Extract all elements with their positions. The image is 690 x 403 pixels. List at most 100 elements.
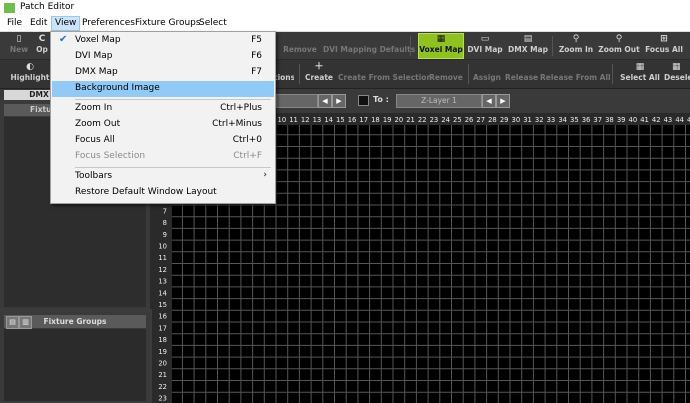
grid-row-label: 12 [158, 266, 167, 274]
grid-column-label: 44 [675, 116, 684, 124]
grid-column-label: 22 [418, 116, 427, 124]
grid-row-label: 19 [158, 348, 167, 356]
grid-row-label: 23 [158, 395, 167, 403]
grid-row-label: 11 [158, 254, 167, 262]
fixture-groups-list[interactable] [4, 329, 146, 401]
grid-row-label: 22 [158, 383, 167, 391]
grid-column-label: 27 [476, 116, 485, 124]
menu-separator [75, 99, 271, 100]
app-icon [4, 3, 15, 13]
view-menu-dropdown: ✔ Voxel Map F5 DVI Map F6 DMX Map F7 Bac… [50, 31, 276, 204]
grid-row-label: 21 [158, 371, 167, 379]
toolbar-separator [612, 64, 613, 84]
focus-all-button[interactable]: ⊞ Focus All [644, 34, 684, 58]
grid-row-label: 16 [158, 313, 167, 321]
grid-column-label: 11 [289, 116, 298, 124]
highlight-icon: ◐ [26, 62, 34, 72]
grid-row-label: 8 [163, 219, 167, 227]
grid-column-label: 16 [348, 116, 357, 124]
grid-column-label: 20 [395, 116, 404, 124]
menu-item-restore-default-layout[interactable]: Restore Default Window Layout [52, 185, 274, 201]
grid-column-label: 23 [430, 116, 439, 124]
create-icon: ＋ [314, 62, 324, 72]
menu-item-focus-selection: Focus Selection Ctrl+F [75, 151, 262, 161]
menu-item-focus-all[interactable]: Focus All Ctrl+0 [52, 133, 274, 149]
options-button[interactable]: tions [274, 62, 294, 86]
dmx-map-button[interactable]: ▤ DMX Map [508, 34, 548, 58]
grid-row-label: 20 [158, 359, 167, 367]
grid-column-label: 36 [582, 116, 591, 124]
select-all-button[interactable]: ▦ Select All [620, 62, 660, 86]
menu-item-zoom-in[interactable]: Zoom In Ctrl+Plus [52, 101, 274, 117]
voxel-map-button[interactable]: ▦ Voxel Map [418, 33, 464, 59]
menu-item-voxel-map[interactable]: ✔ Voxel Map F5 [52, 33, 274, 49]
zoom-in-button[interactable]: ⚲ Zoom In [558, 34, 594, 58]
menu-file[interactable]: File [4, 17, 25, 30]
menu-select[interactable]: Select [196, 17, 230, 30]
window-title: Patch Editor [20, 2, 75, 12]
menu-item-toolbars[interactable]: Toolbars › [52, 169, 274, 185]
open-button[interactable]: C Op [34, 34, 50, 58]
grid-column-label: 29 [500, 116, 509, 124]
menu-preferences[interactable]: Preferences [79, 17, 138, 30]
grid-column-label: 35 [570, 116, 579, 124]
grid-column-label: 31 [523, 116, 532, 124]
grid-row-label: 7 [163, 207, 167, 215]
deselect-icon: ▦ [672, 62, 681, 72]
remove-button[interactable]: Remove [282, 34, 318, 58]
grid-column-label: 41 [640, 116, 649, 124]
grid-row-label: 13 [158, 278, 167, 286]
grid-column-label: 17 [359, 116, 368, 124]
assign-button[interactable]: Assign [472, 62, 502, 86]
new-file-icon: ▯ [16, 34, 22, 44]
group-settings-icon[interactable]: ▥ [19, 316, 32, 329]
dvi-map-button[interactable]: ▭ DVI Map [467, 34, 503, 58]
to-layer-prev-button[interactable]: ◀ [482, 94, 496, 108]
dvi-mapping-defaults-button[interactable]: DVI Mapping Defaults [323, 34, 415, 58]
menu-view[interactable]: View [51, 16, 81, 31]
grid-column-label: 21 [406, 116, 415, 124]
menu-separator [75, 167, 271, 168]
grid-column-label: 24 [441, 116, 450, 124]
focus-all-icon: ⊞ [660, 34, 668, 44]
grid-row-label: 17 [158, 324, 167, 332]
release-from-all-button[interactable]: Release From All [540, 62, 611, 86]
grid-column-label: 32 [535, 116, 544, 124]
toolbar-separator [468, 64, 469, 84]
grid-column-label: 15 [336, 116, 345, 124]
grid-column-label: 28 [488, 116, 497, 124]
voxel-map-icon: ▦ [436, 34, 446, 44]
zoom-in-icon: ⚲ [572, 34, 580, 44]
remove-group-button[interactable]: Remove [428, 62, 464, 86]
grid-column-label: 13 [313, 116, 322, 124]
menu-fixture-groups[interactable]: Fixture Groups [132, 17, 204, 30]
grid-column-label: 39 [617, 116, 626, 124]
from-layer-field[interactable] [276, 94, 318, 108]
new-button[interactable]: ▯ New [8, 34, 30, 58]
create-button[interactable]: ＋ Create [304, 62, 334, 86]
deselect-button[interactable]: ▦ Desele [664, 62, 690, 86]
menu-item-dvi-map[interactable]: DVI Map F6 [52, 49, 274, 65]
from-layer-prev-button[interactable]: ◀ [318, 94, 332, 108]
highlight-button[interactable]: ◐ Highlight [10, 62, 50, 86]
grid-row-label: 15 [158, 301, 167, 309]
checkmark-icon: ✔ [59, 34, 68, 45]
menu-item-background-image[interactable]: Background Image [52, 81, 274, 97]
remove-icon [295, 35, 305, 44]
menu-edit[interactable]: Edit [27, 17, 50, 30]
zoom-out-button[interactable]: ⚲ Zoom Out [598, 34, 640, 58]
create-from-selection-button[interactable]: Create From Selection [338, 62, 432, 86]
grid-row-label: 10 [158, 242, 167, 250]
to-layer-field[interactable]: Z-Layer 1 [396, 94, 482, 108]
grid-column-label: 19 [383, 116, 392, 124]
to-layer-next-button[interactable]: ▶ [496, 94, 510, 108]
dmx-map-icon: ▤ [523, 34, 533, 44]
menu-item-dmx-map[interactable]: DMX Map F7 [52, 65, 274, 81]
group-add-icon[interactable]: ▤ [6, 316, 19, 329]
grid-column-label: 30 [512, 116, 521, 124]
release-button[interactable]: Release [505, 62, 538, 86]
grid-row-label: 14 [158, 289, 167, 297]
select-all-icon: ▦ [635, 62, 645, 72]
menu-item-zoom-out[interactable]: Zoom Out Ctrl+Minus [52, 117, 274, 133]
from-layer-next-button[interactable]: ▶ [332, 94, 346, 108]
